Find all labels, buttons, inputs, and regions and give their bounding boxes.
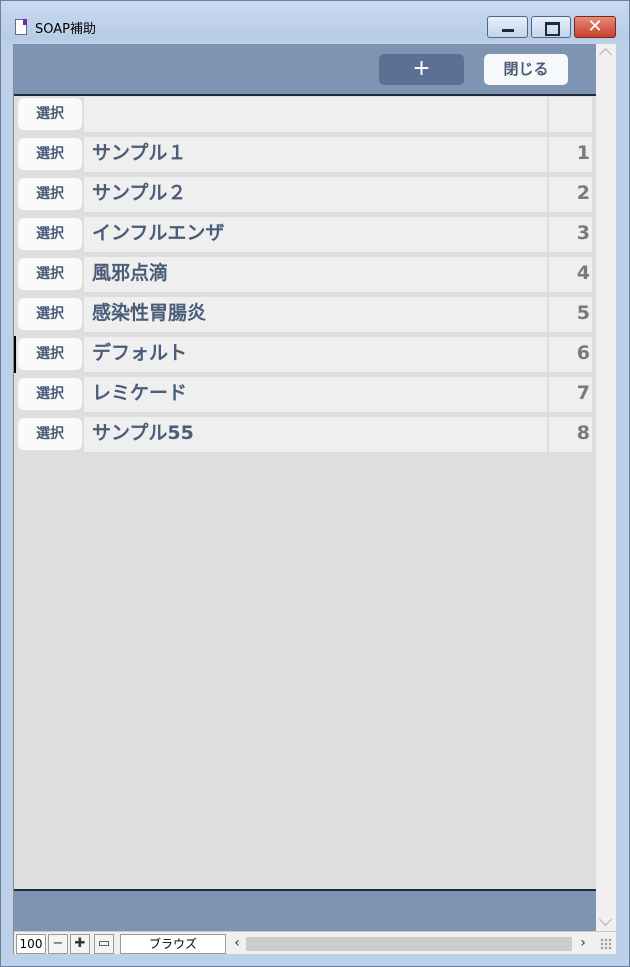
item-number: 6 [549, 337, 592, 372]
list-item: 選択 感染性胃腸炎 5 [14, 296, 596, 333]
maximize-icon [545, 22, 560, 36]
select-button[interactable]: 選択 [18, 178, 82, 210]
item-number: 2 [549, 177, 592, 212]
zoom-in-icon[interactable]: ✚ [70, 934, 90, 954]
header-bar: + 閉じる [14, 44, 596, 96]
list-item: 選択 サンプル55 8 [14, 416, 596, 453]
item-name[interactable] [84, 97, 547, 132]
list-item: 選択 レミケード 7 [14, 376, 596, 413]
item-number: 5 [549, 297, 592, 332]
minimize-icon [502, 29, 514, 32]
add-button[interactable]: + [379, 54, 464, 85]
mode-selector[interactable]: ブラウズ [120, 934, 226, 954]
list-item: 選択 風邪点滴 4 [14, 256, 596, 293]
list-item: 選択 デフォルト 6 [14, 336, 596, 373]
horizontal-scrollbar[interactable] [246, 937, 572, 951]
item-name[interactable]: 感染性胃腸炎 [84, 297, 547, 332]
close-icon: ✕ [587, 16, 603, 37]
list-item: 選択 インフルエンザ 3 [14, 216, 596, 253]
item-name[interactable]: レミケード [84, 377, 547, 412]
document-icon [15, 19, 27, 35]
select-button[interactable]: 選択 [18, 298, 82, 330]
resize-grip-icon[interactable] [600, 938, 612, 950]
maximize-button[interactable] [531, 16, 571, 38]
select-button[interactable]: 選択 [18, 338, 82, 370]
item-name[interactable]: デフォルト [84, 337, 547, 372]
footer-bar [14, 889, 596, 933]
status-bar: 100 − ✚ ▭ ブラウズ ‹ › [14, 931, 616, 954]
item-number: 7 [549, 377, 592, 412]
minimize-button[interactable] [487, 16, 528, 38]
item-number: 4 [549, 257, 592, 292]
item-name[interactable]: 風邪点滴 [84, 257, 547, 292]
scroll-up-icon[interactable] [599, 48, 612, 61]
item-name[interactable]: サンプル２ [84, 177, 547, 212]
select-button[interactable]: 選択 [18, 418, 82, 450]
zoom-out-icon[interactable]: − [48, 934, 68, 954]
select-button[interactable]: 選択 [18, 258, 82, 290]
vertical-scrollbar[interactable] [596, 44, 616, 931]
select-button[interactable]: 選択 [18, 138, 82, 170]
content-area: + 閉じる 選択 選択 サンプル１ 1 選択 サンプル２ 2 選択 インフルエンザ 3 選択 風邪点滴… [13, 44, 616, 954]
item-name[interactable]: インフルエンザ [84, 217, 547, 252]
item-name[interactable]: サンプル１ [84, 137, 547, 172]
item-number: 3 [549, 217, 592, 252]
item-number [549, 97, 592, 132]
scroll-left-icon[interactable]: ‹ [230, 934, 244, 952]
select-button[interactable]: 選択 [18, 98, 82, 130]
close-button[interactable]: 閉じる [484, 54, 568, 85]
zoom-level[interactable]: 100 [16, 934, 46, 954]
scroll-right-icon[interactable]: › [576, 934, 590, 952]
select-button[interactable]: 選択 [18, 218, 82, 250]
window-title: SOAP補助 [35, 22, 96, 37]
window-close-button[interactable]: ✕ [574, 16, 616, 38]
list-item: 選択 サンプル１ 1 [14, 136, 596, 173]
item-number: 8 [549, 417, 592, 452]
title-bar: SOAP補助 ✕ [1, 1, 629, 41]
scroll-down-icon[interactable] [599, 913, 612, 926]
app-window: SOAP補助 ✕ + 閉じる 選択 選択 サンプル１ 1 選択 サンプル２ 2 選択 インフルエ… [0, 0, 630, 967]
status-toggle-icon[interactable]: ▭ [94, 934, 114, 954]
item-number: 1 [549, 137, 592, 172]
item-name[interactable]: サンプル55 [84, 417, 547, 452]
list-item: 選択 [14, 96, 596, 133]
select-button[interactable]: 選択 [18, 378, 82, 410]
list-item: 選択 サンプル２ 2 [14, 176, 596, 213]
